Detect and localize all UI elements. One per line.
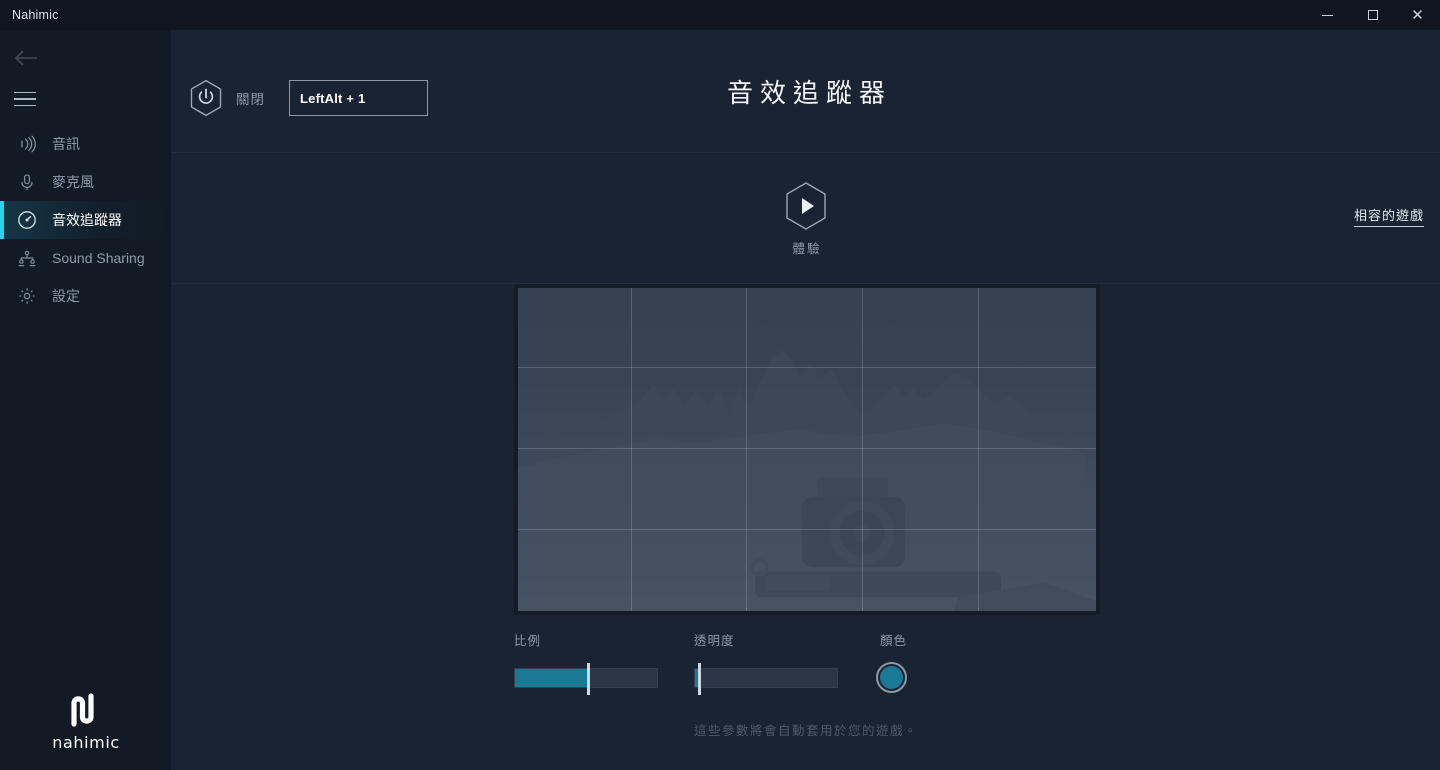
- overlay-preview[interactable]: [514, 284, 1100, 615]
- nahimic-app-window: Nahimic ✕ 音訊 麥克風 音效追蹤器 Sound Sharing 設定 …: [0, 0, 1440, 770]
- demo-label: 體驗: [792, 242, 822, 256]
- window-controls: ✕: [1305, 0, 1440, 30]
- color-swatch-button[interactable]: [876, 662, 907, 693]
- menu-button[interactable]: [14, 86, 40, 112]
- demo-play-button[interactable]: [783, 180, 829, 232]
- sidebar-item-audio[interactable]: 音訊: [0, 125, 172, 163]
- sidebar-nav: 音訊 麥克風 音效追蹤器 Sound Sharing 設定: [0, 125, 172, 315]
- demo-row: 體驗 相容的遊戲: [172, 153, 1440, 284]
- shortcut-value: LeftAlt + 1: [300, 90, 366, 106]
- app-title: Nahimic: [12, 8, 59, 22]
- sidebar-item-label: 音效追蹤器: [52, 212, 122, 228]
- scale-label: 比例: [514, 634, 542, 648]
- minimize-icon: [1322, 14, 1333, 16]
- sidebar-item-sound-tracker[interactable]: 音效追蹤器: [0, 201, 172, 239]
- power-toggle-button[interactable]: [188, 78, 224, 118]
- power-state-label: 關閉: [236, 92, 265, 107]
- back-button[interactable]: [14, 44, 44, 72]
- color-swatch-fill: [880, 666, 903, 689]
- power-hexagon-icon: [190, 79, 222, 117]
- color-label: 顏色: [880, 634, 908, 648]
- transparency-slider[interactable]: [694, 663, 838, 695]
- minimize-button[interactable]: [1305, 0, 1350, 30]
- brand-wordmark: nahimic: [52, 733, 120, 752]
- sidebar-item-settings[interactable]: 設定: [0, 277, 172, 315]
- scale-control: 比例: [514, 630, 658, 695]
- sidebar-item-label: Sound Sharing: [52, 250, 145, 266]
- sound-waves-icon: [14, 131, 40, 157]
- brand-logo: nahimic: [0, 693, 172, 752]
- play-hexagon-icon: [786, 182, 826, 230]
- share-nodes-icon: [14, 245, 40, 271]
- transparency-slider-knob[interactable]: [697, 663, 701, 695]
- overlay-controls: 比例 透明度 顏色: [514, 630, 1100, 730]
- back-arrow-icon: [14, 50, 37, 66]
- maximize-button[interactable]: [1350, 0, 1395, 30]
- hamburger-icon-bar: [14, 98, 36, 100]
- hamburger-icon-bar: [14, 91, 36, 94]
- scale-slider[interactable]: [514, 663, 658, 695]
- gear-icon: [14, 283, 40, 309]
- main-content: 音效追蹤器 關閉 LeftAlt + 1 體驗 相容的遊戲 比例 透明度 顏色 …: [172, 30, 1440, 770]
- preview-frame: [514, 284, 1100, 615]
- scale-slider-fill: [515, 669, 589, 687]
- color-control: 顏色: [876, 630, 907, 693]
- overlay-grid: [518, 288, 1096, 611]
- title-bar: Nahimic ✕: [0, 0, 1440, 30]
- shortcut-input[interactable]: LeftAlt + 1: [289, 80, 428, 116]
- transparency-label: 透明度: [694, 634, 735, 648]
- transparency-control: 透明度: [694, 630, 838, 695]
- maximize-icon: [1367, 10, 1378, 20]
- demo-button-group: 體驗: [172, 153, 1440, 284]
- auto-apply-hint: 這些參數將會自動套用於您的遊戲。: [693, 724, 918, 738]
- scale-slider-knob[interactable]: [587, 663, 591, 695]
- microphone-icon: [14, 169, 40, 195]
- sidebar-item-label: 設定: [52, 288, 80, 304]
- close-button[interactable]: ✕: [1395, 0, 1440, 30]
- power-control-group: 關閉 LeftAlt + 1: [188, 78, 428, 118]
- feature-header: 音效追蹤器 關閉 LeftAlt + 1: [172, 30, 1440, 153]
- hamburger-icon-bar: [14, 104, 36, 107]
- sidebar-item-microphone[interactable]: 麥克風: [0, 163, 172, 201]
- sidebar-item-label: 麥克風: [52, 174, 94, 190]
- sidebar-item-label: 音訊: [52, 136, 80, 152]
- compatible-games-link[interactable]: 相容的遊戲: [1353, 205, 1424, 227]
- close-icon: ✕: [1411, 6, 1424, 24]
- sidebar: 音訊 麥克風 音效追蹤器 Sound Sharing 設定 nahimic: [0, 30, 172, 770]
- sidebar-item-sound-sharing[interactable]: Sound Sharing: [0, 239, 172, 277]
- sound-tracker-icon: [14, 207, 40, 233]
- nahimic-logo-icon: [71, 693, 94, 727]
